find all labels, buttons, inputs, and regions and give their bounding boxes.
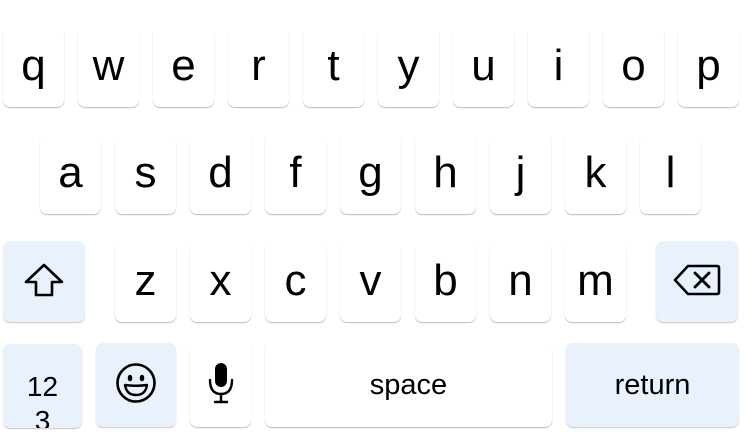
keyboard: q w e r t y u i o p a s d f g h j k l z … [0,0,746,432]
numbers-key[interactable]: 123 [3,344,82,428]
key-g[interactable]: g [340,135,401,214]
key-a[interactable]: a [40,135,101,214]
key-r[interactable]: r [228,28,289,107]
key-z[interactable]: z [115,243,176,322]
key-t[interactable]: t [303,28,364,107]
key-m[interactable]: m [565,243,626,322]
numbers-key-label: 123 [26,371,59,428]
key-q[interactable]: q [3,28,64,107]
key-j[interactable]: j [490,135,551,214]
key-k[interactable]: k [565,135,626,214]
key-v[interactable]: v [340,243,401,322]
key-i[interactable]: i [528,28,589,107]
space-key[interactable]: space [265,343,552,427]
shift-key[interactable] [3,241,85,322]
key-o[interactable]: o [603,28,664,107]
shift-icon [23,262,65,298]
key-x[interactable]: x [190,243,251,322]
key-u[interactable]: u [453,28,514,107]
key-e[interactable]: e [153,28,214,107]
key-s[interactable]: s [115,135,176,214]
key-c[interactable]: c [265,243,326,322]
microphone-icon [206,361,236,405]
return-key[interactable]: return [566,343,739,427]
key-w[interactable]: w [78,28,139,107]
key-h[interactable]: h [415,135,476,214]
emoji-icon [115,362,157,404]
emoji-key[interactable] [96,343,176,427]
backspace-icon [673,263,721,297]
key-n[interactable]: n [490,243,551,322]
key-f[interactable]: f [265,135,326,214]
key-d[interactable]: d [190,135,251,214]
key-y[interactable]: y [378,28,439,107]
backspace-key[interactable] [656,241,738,322]
key-l[interactable]: l [640,135,701,214]
key-b[interactable]: b [415,243,476,322]
key-p[interactable]: p [678,28,739,107]
dictation-key[interactable] [190,343,251,427]
